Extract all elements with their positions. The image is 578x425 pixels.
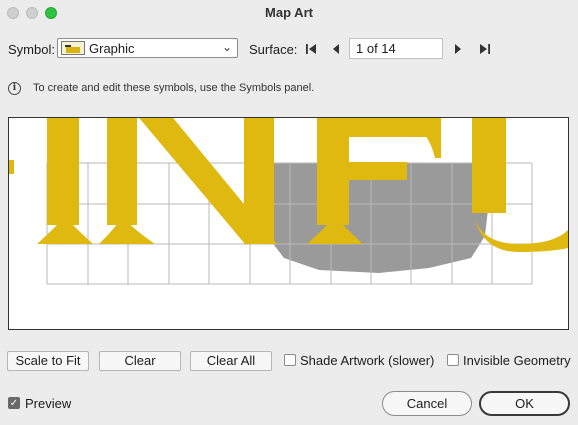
symbol-select-value: Graphic bbox=[89, 41, 135, 56]
previous-icon bbox=[333, 44, 339, 54]
next-surface-button[interactable] bbox=[450, 41, 466, 57]
info-text: To create and edit these symbols, use th… bbox=[33, 82, 315, 94]
next-icon bbox=[455, 44, 461, 54]
surface-number-field[interactable]: 1 of 14 bbox=[349, 38, 443, 59]
info-icon: i bbox=[8, 82, 21, 95]
window-title: Map Art bbox=[265, 5, 313, 20]
surface-label: Surface: bbox=[249, 42, 298, 57]
info-message: i To create and edit these symbols, use … bbox=[8, 82, 568, 98]
first-icon bbox=[306, 44, 316, 54]
ok-button[interactable]: OK bbox=[479, 391, 570, 416]
preview-label: Preview bbox=[25, 396, 72, 411]
invisible-geometry-label: Invisible Geometry bbox=[463, 353, 571, 368]
title-bar: Map Art bbox=[0, 0, 578, 26]
cancel-button[interactable]: Cancel bbox=[382, 391, 472, 416]
clear-button[interactable]: Clear bbox=[99, 351, 181, 371]
art-preview-canvas[interactable] bbox=[8, 117, 569, 330]
scale-to-fit-button[interactable]: Scale to Fit bbox=[7, 351, 89, 371]
symbol-surface-row: Symbol: Graphic ⌄ Surface: 1 of 14 bbox=[0, 38, 578, 60]
shade-artwork-checkbox[interactable] bbox=[284, 354, 296, 366]
first-surface-button[interactable] bbox=[303, 41, 319, 57]
last-surface-button[interactable] bbox=[477, 41, 493, 57]
previous-surface-button[interactable] bbox=[328, 41, 344, 57]
last-icon bbox=[480, 44, 490, 54]
invisible-geometry-checkbox[interactable] bbox=[447, 354, 459, 366]
symbol-select[interactable]: Graphic ⌄ bbox=[57, 38, 238, 58]
shade-artwork-label: Shade Artwork (slower) bbox=[300, 353, 435, 368]
clear-all-button[interactable]: Clear All bbox=[190, 351, 272, 371]
chevron-down-icon: ⌄ bbox=[221, 40, 232, 54]
preview-checkbox[interactable]: ✓ bbox=[8, 397, 20, 409]
symbol-label: Symbol: bbox=[8, 42, 55, 57]
symbol-thumbnail-icon bbox=[61, 41, 85, 55]
map-art-preview bbox=[9, 118, 568, 285]
